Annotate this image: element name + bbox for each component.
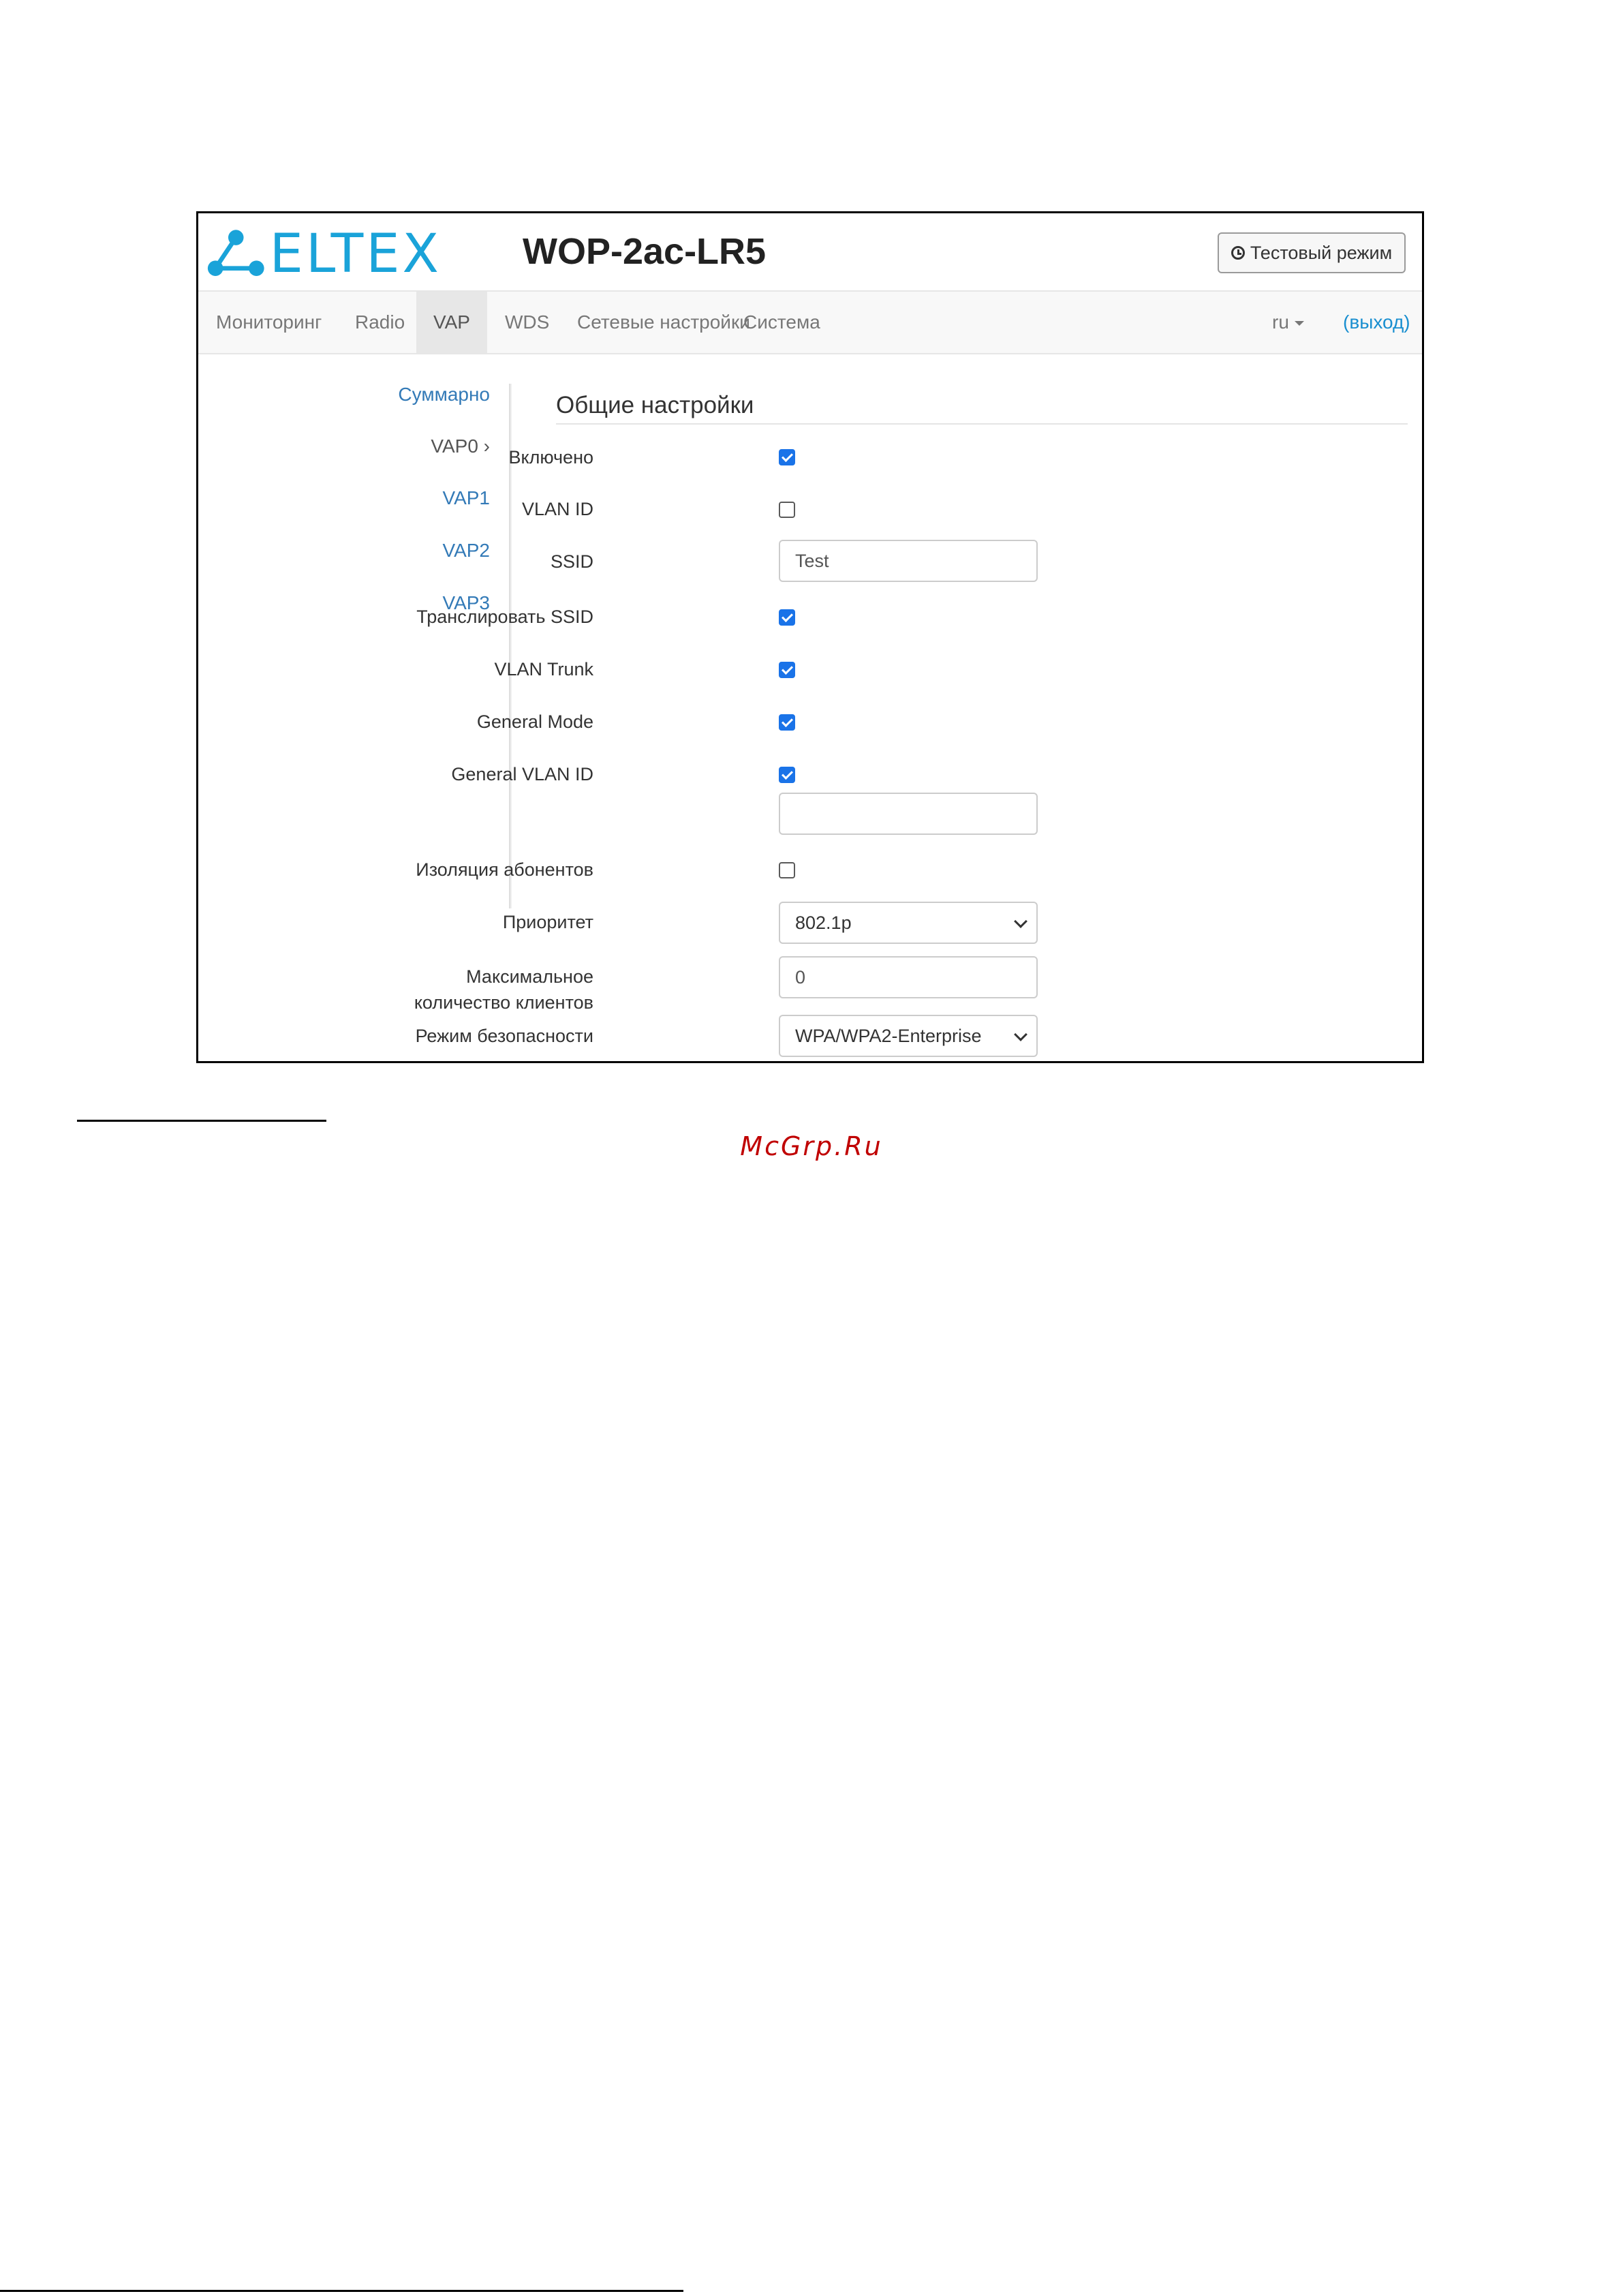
general-vlan-id-checkbox[interactable] [779, 767, 795, 783]
sidebar-item-vap1[interactable]: VAP1 [442, 487, 490, 509]
test-mode-button[interactable]: Тестовый режим [1218, 232, 1406, 273]
vlan-id-label: VLAN ID [521, 499, 593, 519]
caret-down-icon [1294, 321, 1304, 326]
header-bar: ELTEX WOP-2ac-LR5 Тестовый режим [198, 213, 1422, 290]
nav-tab-vap[interactable]: VAP [416, 292, 487, 353]
nav-tab-monitoring[interactable]: Мониторинг [198, 292, 339, 353]
vlan-id-checkbox[interactable] [779, 502, 795, 518]
language-label: ru [1272, 311, 1289, 333]
sidebar-item-summary[interactable]: Суммарно [398, 384, 490, 405]
general-vlan-id-label: General VLAN ID [451, 764, 593, 784]
screenshot-frame: ELTEX WOP-2ac-LR5 Тестовый режим Монитор… [196, 211, 1424, 1063]
nav-tab-radio[interactable]: Radio [337, 292, 422, 353]
main-nav: Мониторинг Radio VAP WDS Сетевые настрой… [198, 290, 1422, 354]
vlan-trunk-label: VLAN Trunk [494, 659, 593, 679]
watermark-text: McGrp.Ru [740, 1131, 883, 1161]
language-dropdown[interactable]: ru [1272, 292, 1304, 353]
max-clients-label-line2: количество клиентов [414, 992, 593, 1013]
general-mode-label: General Mode [476, 711, 593, 732]
clock-icon [1231, 246, 1245, 260]
nav-tab-wds[interactable]: WDS [487, 292, 567, 353]
general-vlan-id-input[interactable] [779, 793, 1038, 835]
priority-select[interactable]: 802.1p [779, 902, 1038, 944]
max-clients-label-line1: Максимальное [466, 966, 593, 987]
eltex-logo: ELTEX [206, 227, 442, 281]
client-isolation-label: Изоляция абонентов [416, 859, 593, 880]
broadcast-ssid-checkbox[interactable] [779, 609, 795, 626]
sidebar-item-vap0[interactable]: VAP0 › [431, 435, 490, 457]
device-title: WOP-2ac-LR5 [523, 231, 767, 272]
priority-selected-value: 802.1p [795, 913, 852, 933]
eltex-logo-mark-icon [207, 230, 264, 276]
footnote-divider [77, 1120, 326, 1122]
sidebar-item-vap2[interactable]: VAP2 [442, 540, 490, 562]
enabled-checkbox[interactable] [779, 449, 795, 465]
test-mode-label: Тестовый режим [1250, 242, 1393, 263]
ssid-input[interactable]: Test [779, 540, 1038, 582]
max-clients-input[interactable]: 0 [779, 956, 1038, 998]
chevron-down-icon [1014, 915, 1027, 928]
logout-link[interactable]: (выход) [1343, 292, 1410, 353]
client-isolation-checkbox[interactable] [779, 862, 795, 878]
vap-sidebar: Суммарно VAP0 › VAP1 VAP2 VAP3 [198, 377, 509, 912]
vlan-trunk-checkbox[interactable] [779, 662, 795, 678]
security-mode-label: Режим безопасности [415, 1026, 593, 1046]
chevron-down-icon [1014, 1028, 1027, 1041]
broadcast-ssid-label: Транслировать SSID [416, 607, 593, 627]
nav-tab-system[interactable]: Система [726, 292, 838, 353]
security-mode-select[interactable]: WPA/WPA2-Enterprise [779, 1015, 1038, 1057]
enabled-label: Включено [508, 447, 593, 468]
priority-label: Приоритет [502, 912, 593, 932]
section-divider [556, 423, 1408, 425]
general-mode-checkbox[interactable] [779, 714, 795, 731]
section-title: Общие настройки [556, 392, 754, 418]
logo-text: ELTEX [269, 224, 442, 285]
page-bottom-divider [0, 2290, 683, 2292]
ssid-label: SSID [550, 551, 593, 572]
security-mode-selected-value: WPA/WPA2-Enterprise [795, 1026, 982, 1046]
